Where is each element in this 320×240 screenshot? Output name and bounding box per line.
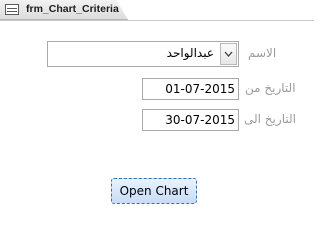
open-chart-button[interactable]: Open Chart <box>111 178 197 204</box>
date-to-label: التاريخ الى <box>244 112 296 126</box>
date-from-value: 01-07-2015 <box>165 82 235 96</box>
name-combobox[interactable]: عبدالواحد <box>47 41 239 67</box>
document-tab-strip: frm_Chart_Criteria <box>0 0 314 21</box>
combobox-dropdown-button[interactable] <box>220 43 237 65</box>
date-to-field[interactable]: 30-07-2015 <box>142 109 239 131</box>
date-from-field[interactable]: 01-07-2015 <box>142 78 239 100</box>
date-to-value: 30-07-2015 <box>165 113 235 127</box>
form-icon <box>5 4 19 15</box>
date-from-label: التاريخ من <box>245 81 296 95</box>
name-combobox-value: عبدالواحد <box>166 46 214 60</box>
chevron-down-icon <box>224 51 233 57</box>
tab-title: frm_Chart_Criteria <box>26 3 119 15</box>
tab-frm-chart-criteria[interactable]: frm_Chart_Criteria <box>0 0 128 20</box>
name-label: الاسم <box>248 46 277 60</box>
